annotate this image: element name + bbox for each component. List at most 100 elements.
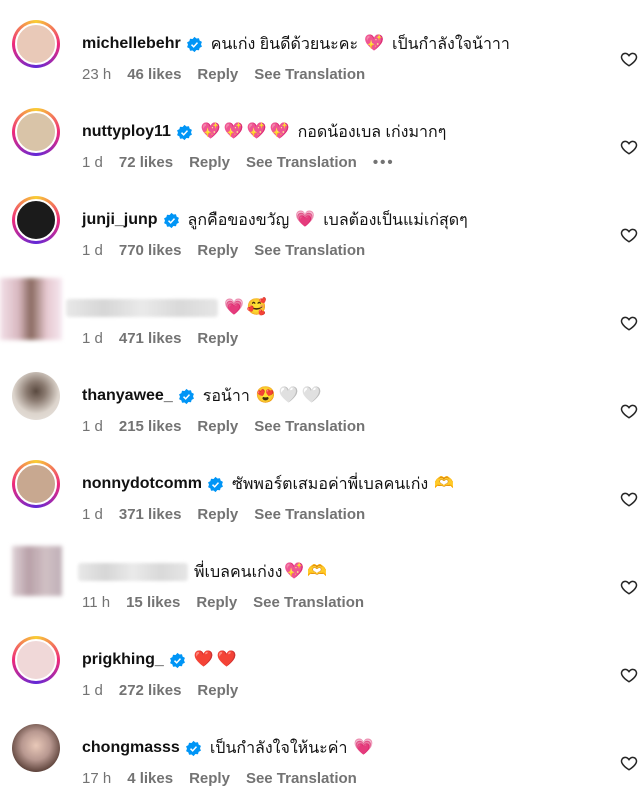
emoji: 💖 xyxy=(284,563,305,580)
emoji: 🤍 xyxy=(278,387,299,404)
username[interactable]: junji_junp xyxy=(82,211,158,229)
timestamp[interactable]: 1 d xyxy=(82,682,103,699)
reply-button[interactable]: Reply xyxy=(197,242,238,259)
comment-item: chongmasss เป็นกำลังใจให้นะค่า 💗 17 h 4 … xyxy=(0,722,644,809)
avatar[interactable] xyxy=(12,20,60,68)
timestamp[interactable]: 17 h xyxy=(82,770,111,787)
username[interactable]: michellebehr xyxy=(82,35,181,53)
avatar[interactable] xyxy=(12,546,62,596)
verified-badge-icon xyxy=(169,652,185,668)
like-heart-icon[interactable] xyxy=(620,490,638,508)
like-heart-icon[interactable] xyxy=(620,226,638,244)
see-translation-button[interactable]: See Translation xyxy=(254,506,365,523)
comment-item: prigkhing_ ❤️ ❤️ 1 d 272 likes Reply xyxy=(0,634,644,721)
like-heart-icon[interactable] xyxy=(620,138,638,156)
reply-button[interactable]: Reply xyxy=(196,594,237,611)
avatar[interactable] xyxy=(12,724,60,772)
likes-count[interactable]: 46 likes xyxy=(127,66,181,83)
avatar[interactable] xyxy=(12,108,60,156)
blurred-username[interactable] xyxy=(78,563,188,581)
comment-item: michellebehr คนเก่ง ยินดีด้วยนะคะ 💖 เป็น… xyxy=(0,18,644,105)
more-options-icon[interactable]: ••• xyxy=(373,154,395,171)
username[interactable]: chongmasss xyxy=(82,739,180,757)
likes-count[interactable]: 770 likes xyxy=(119,242,182,259)
like-heart-icon[interactable] xyxy=(620,402,638,420)
likes-count[interactable]: 272 likes xyxy=(119,682,182,699)
verified-badge-icon xyxy=(185,740,201,756)
reply-button[interactable]: Reply xyxy=(189,154,230,171)
avatar[interactable] xyxy=(12,196,60,244)
timestamp[interactable]: 11 h xyxy=(82,594,110,611)
timestamp[interactable]: 1 d xyxy=(82,330,103,347)
avatar[interactable] xyxy=(0,278,62,340)
like-heart-icon[interactable] xyxy=(620,50,638,68)
reply-button[interactable]: Reply xyxy=(197,682,238,699)
comment-text: พี่เบลคนเก่งง xyxy=(194,563,283,581)
comment-text: ซัพพอร์ตเสมอค่าพี่เบลคนเก่ง xyxy=(232,475,429,493)
comment-item: พี่เบลคนเก่งง 💖 🫶 11 h 15 likes Reply Se… xyxy=(0,546,644,633)
emoji: 🤍 xyxy=(301,387,322,404)
emoji: 🫶 xyxy=(307,563,328,580)
blurred-username[interactable] xyxy=(66,299,218,317)
see-translation-button[interactable]: See Translation xyxy=(246,154,357,171)
like-heart-icon[interactable] xyxy=(620,754,638,772)
reply-button[interactable]: Reply xyxy=(189,770,230,787)
likes-count[interactable]: 471 likes xyxy=(119,330,182,347)
emoji: 💗 xyxy=(224,299,244,316)
emoji: 💗 xyxy=(295,211,316,228)
timestamp[interactable]: 1 d xyxy=(82,154,103,171)
reply-button[interactable]: Reply xyxy=(197,506,238,523)
emoji: ❤️ xyxy=(216,651,237,668)
verified-badge-icon xyxy=(163,212,179,228)
comment-text: ลูกคือของขวัญ xyxy=(187,211,290,229)
see-translation-button[interactable]: See Translation xyxy=(253,594,364,611)
avatar[interactable] xyxy=(12,460,60,508)
see-translation-button[interactable]: See Translation xyxy=(254,418,365,435)
verified-badge-icon xyxy=(186,36,202,52)
like-heart-icon[interactable] xyxy=(620,666,638,684)
username[interactable]: nuttyploy11 xyxy=(82,123,171,141)
comment-text: เป็นกำลังใจให้นะค่า xyxy=(209,739,348,757)
comment-list: michellebehr คนเก่ง ยินดีด้วยนะคะ 💖 เป็น… xyxy=(0,0,644,800)
timestamp[interactable]: 1 d xyxy=(82,242,103,259)
comment-item: nuttyploy11 💖 💖 💖 💖 กอดน้องเบล เก่งมากๆ … xyxy=(0,106,644,193)
emoji: 😍 xyxy=(255,387,276,404)
likes-count[interactable]: 4 likes xyxy=(127,770,173,787)
comment-item: 💗 🥰 1 d 471 likes Reply xyxy=(0,278,644,369)
comment-text: กอดน้องเบล เก่งมากๆ xyxy=(297,123,447,141)
username[interactable]: prigkhing_ xyxy=(82,651,164,669)
comment-text-continued: เป็นกำลังใจน้าาา xyxy=(391,35,510,53)
emoji: 🫶 xyxy=(434,475,455,492)
comment-item: nonnydotcomm ซัพพอร์ตเสมอค่าพี่เบลคนเก่ง… xyxy=(0,458,644,545)
emoji: 💗 xyxy=(353,739,374,756)
like-heart-icon[interactable] xyxy=(620,578,638,596)
reply-button[interactable]: Reply xyxy=(197,418,238,435)
emoji: 🥰 xyxy=(246,299,267,316)
likes-count[interactable]: 215 likes xyxy=(119,418,182,435)
timestamp[interactable]: 1 d xyxy=(82,418,103,435)
emoji: 💖 xyxy=(246,123,267,140)
see-translation-button[interactable]: See Translation xyxy=(254,242,365,259)
comment-item: junji_junp ลูกคือของขวัญ 💗 เบลต้องเป็นแม… xyxy=(0,194,644,281)
like-heart-icon[interactable] xyxy=(620,314,638,332)
comment-item: thanyawee_ รอน้าา 😍 🤍 🤍 1 d 215 likes Re… xyxy=(0,370,644,457)
see-translation-button[interactable]: See Translation xyxy=(246,770,357,787)
reply-button[interactable]: Reply xyxy=(197,330,238,347)
comment-text: รอน้าา xyxy=(202,387,250,405)
avatar[interactable] xyxy=(12,372,60,420)
emoji: 💖 xyxy=(269,123,290,140)
likes-count[interactable]: 371 likes xyxy=(119,506,182,523)
username[interactable]: nonnydotcomm xyxy=(82,475,202,493)
emoji: 💖 xyxy=(364,35,384,52)
comment-text: คนเก่ง ยินดีด้วยนะคะ xyxy=(210,35,359,53)
timestamp[interactable]: 1 d xyxy=(82,506,103,523)
likes-count[interactable]: 15 likes xyxy=(126,594,180,611)
reply-button[interactable]: Reply xyxy=(197,66,238,83)
avatar[interactable] xyxy=(12,636,60,684)
comment-text-continued: เบลต้องเป็นแม่เก่สุดๆ xyxy=(323,211,468,229)
see-translation-button[interactable]: See Translation xyxy=(254,66,365,83)
verified-badge-icon xyxy=(208,476,223,492)
username[interactable]: thanyawee_ xyxy=(82,387,173,405)
timestamp[interactable]: 23 h xyxy=(82,66,111,83)
likes-count[interactable]: 72 likes xyxy=(119,154,173,171)
